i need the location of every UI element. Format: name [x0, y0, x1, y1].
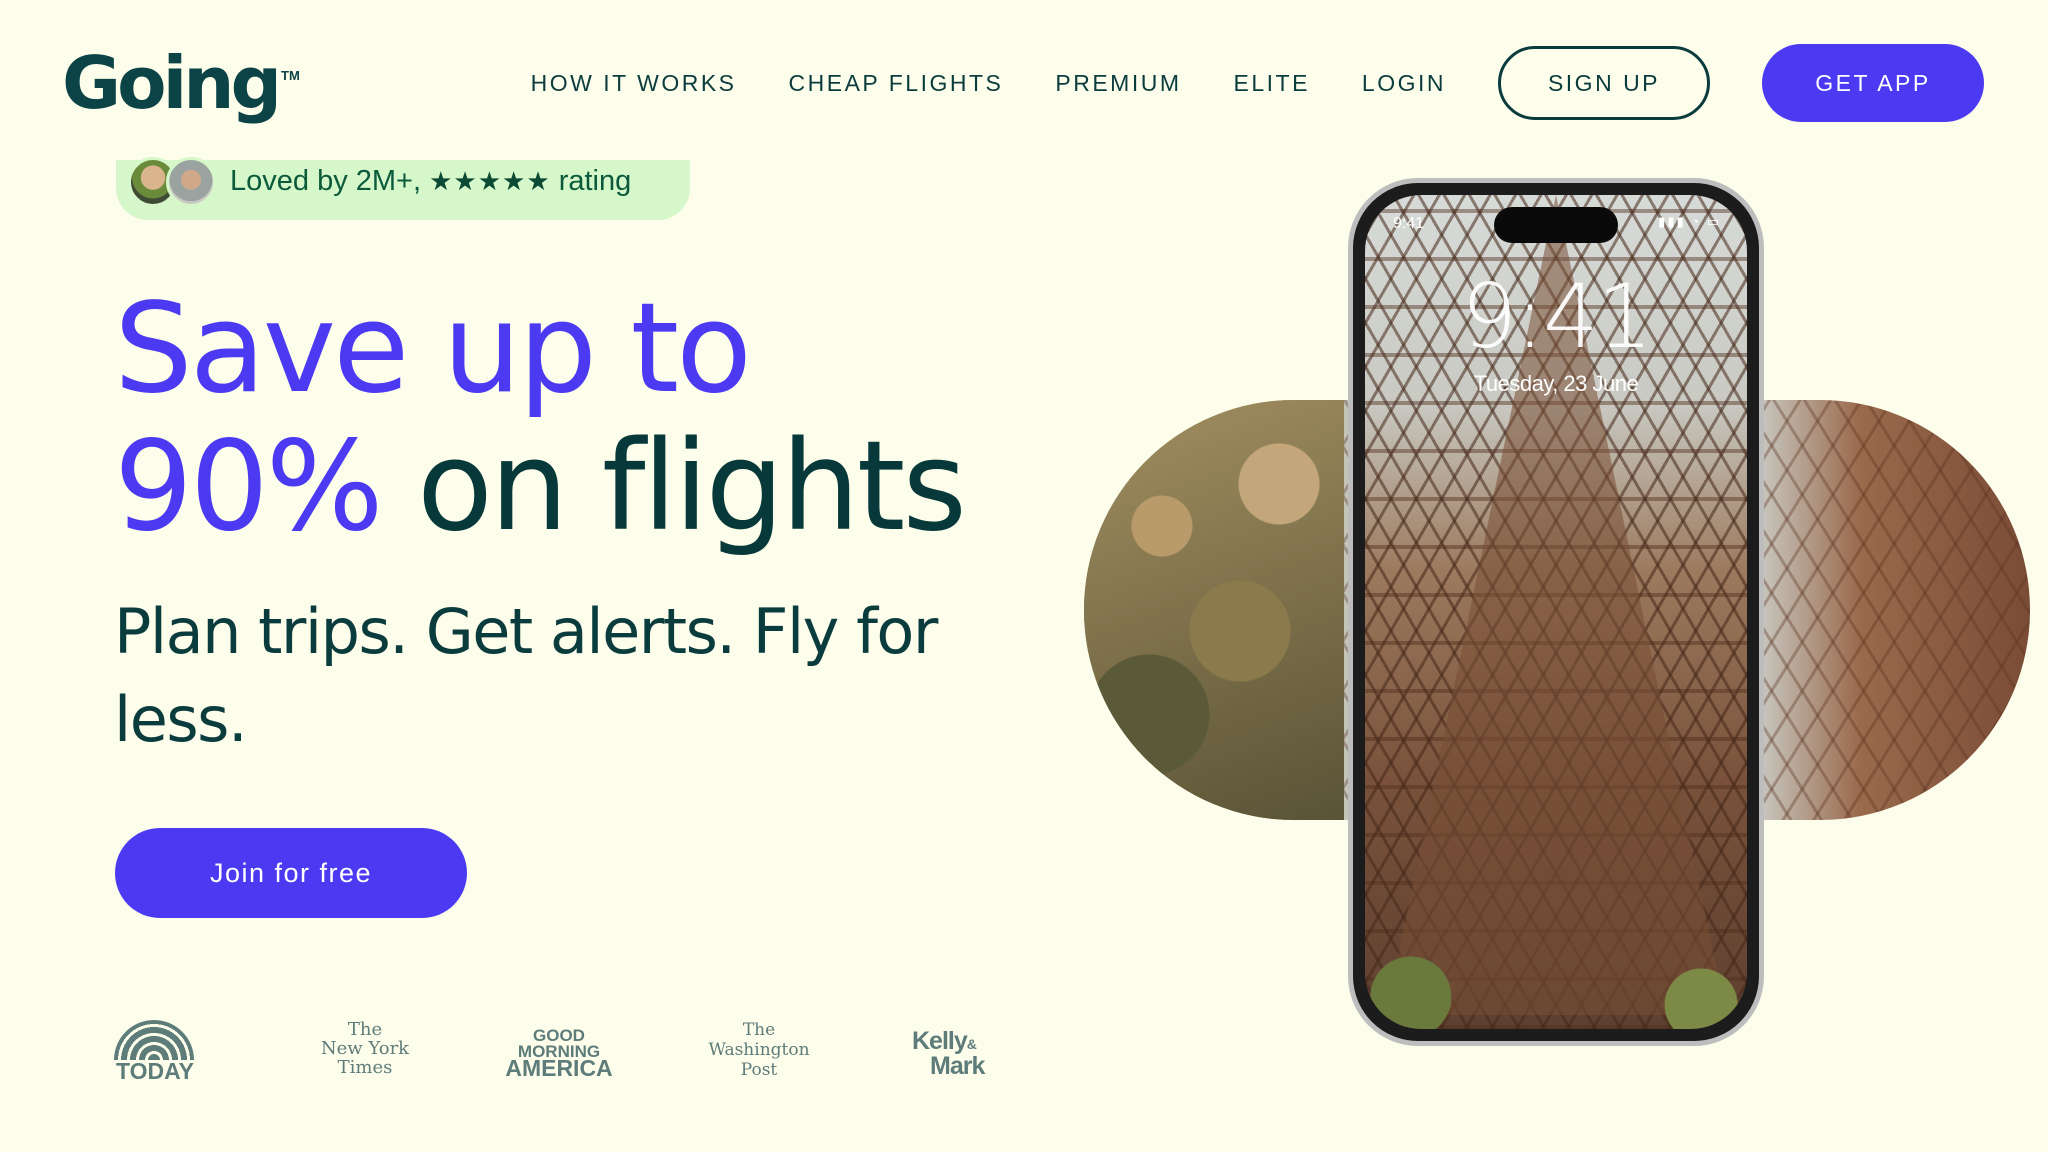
nyt-line-3: Times [337, 1057, 393, 1078]
rating-badge: Loved by 2M+, ★★★★★ rating [116, 157, 690, 220]
nyt-logo: The New York Times [310, 1020, 420, 1077]
nav-cheap-flights[interactable]: CHEAP FLIGHTS [789, 70, 1004, 97]
hero-headline: Save up to 90% on flights [114, 277, 967, 559]
km-kelly: Kelly [912, 1027, 968, 1055]
get-app-button[interactable]: GET APP [1762, 44, 1984, 122]
hero-subtitle: Plan trips. Get alerts. Fly for less. [114, 595, 938, 756]
lock-screen-date: Tuesday, 23 June [1473, 371, 1639, 396]
nav-how-it-works[interactable]: HOW IT WORKS [531, 70, 737, 97]
signal-wifi-battery-icon: ▮▮▮ ◔ ▭ [1658, 214, 1721, 229]
rating-suffix: rating [558, 164, 632, 197]
wapo-line-3: Post [740, 1060, 778, 1080]
headline-line-2: on flights [417, 415, 967, 559]
brand-name: Going [62, 41, 282, 125]
km-amp: & [966, 1036, 977, 1052]
wapo-logo: The Washington Post [704, 1020, 814, 1080]
nav-premium[interactable]: PREMIUM [1055, 70, 1181, 97]
status-bar-time: 9:41 [1393, 215, 1425, 232]
tree-foliage [1084, 400, 1344, 820]
kelly-and-mark-logo: Kelly& Mark [912, 1027, 1012, 1080]
main-nav: HOW IT WORKS CHEAP FLIGHTS PREMIUM ELITE… [531, 44, 1984, 122]
rating-text: Loved by 2M+, ★★★★★ rating [230, 165, 631, 198]
gma-line-3: AMERICA [505, 1055, 613, 1081]
nyt-line-2: New York [320, 1038, 410, 1059]
join-for-free-button[interactable]: Join for free [115, 828, 467, 918]
user-avatar [166, 157, 216, 207]
today-logo: TODAY [114, 1020, 196, 1084]
gma-logo: GOOD MORNING AMERICA [504, 1027, 614, 1081]
dynamic-island [1494, 207, 1618, 243]
phone-mockup: 9:41 ▮▮▮ ◔ ▭ 9:41 Tuesday, 23 June [1348, 178, 1764, 1046]
sign-up-button[interactable]: SIGN UP [1498, 46, 1710, 120]
lock-screen-time: 9:41 [1461, 265, 1653, 368]
rating-prefix: Loved by 2M+, [230, 164, 422, 197]
today-wordmark: TODAY [116, 1058, 194, 1084]
headline-accent: 90% [114, 415, 384, 559]
headline-line-1: Save up to [114, 277, 752, 421]
foliage-image [1365, 949, 1747, 1029]
rainbow-icon [114, 1020, 194, 1060]
brand-logo[interactable]: Going TM [62, 38, 300, 128]
phone-screen: 9:41 ▮▮▮ ◔ ▭ 9:41 Tuesday, 23 June [1365, 195, 1747, 1029]
nyt-line-1: The [347, 1019, 383, 1040]
wapo-line-2: Washington [708, 1040, 810, 1060]
nav-elite[interactable]: ELITE [1234, 70, 1310, 97]
km-mark: Mark [930, 1052, 985, 1080]
trademark-mark: TM [281, 68, 300, 83]
nav-login[interactable]: LOGIN [1362, 70, 1446, 97]
wapo-line-1: The [742, 1020, 776, 1040]
star-rating-icon: ★★★★★ [429, 165, 551, 196]
